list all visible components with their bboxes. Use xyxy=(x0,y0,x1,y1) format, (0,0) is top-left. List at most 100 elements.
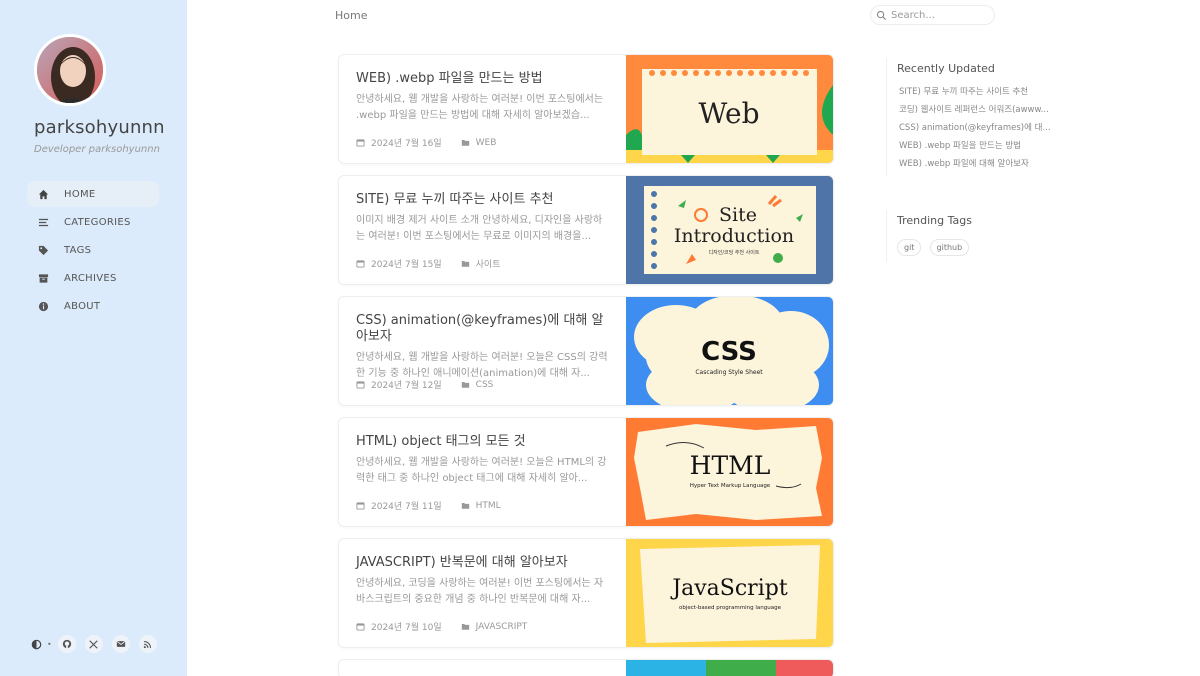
thumb-text: Site xyxy=(719,204,757,226)
post-date: 2024년 7월 16일 xyxy=(371,139,442,149)
post-list: WEB) .webp 파일을 만드는 방법 안녕하세요, 웹 개발을 사랑하는 … xyxy=(338,54,834,676)
breadcrumb: Home xyxy=(335,9,368,22)
post-card[interactable]: JAVASCRIPT) 반복문에 대해 알아보자 안녕하세요, 코딩을 사랑하는… xyxy=(338,538,834,648)
thumb-text-2: Introduction xyxy=(674,225,794,247)
archive-icon xyxy=(37,272,49,284)
post-card[interactable]: WEB) .webp 파일을 만드는 방법 안녕하세요, 웹 개발을 사랑하는 … xyxy=(338,54,834,164)
list-icon xyxy=(37,216,49,228)
post-meta: 2024년 7월 15일 사이트 xyxy=(356,257,501,270)
folder-icon xyxy=(461,259,470,268)
post-body: WEB) .webp 파일을 만드는 방법 안녕하세요, 웹 개발을 사랑하는 … xyxy=(356,71,610,124)
post-category[interactable]: WEB xyxy=(476,138,497,148)
nav-label: CATEGORIES xyxy=(64,216,131,228)
post-title[interactable]: SITE) 무료 누끼 따주는 사이트 추천 xyxy=(356,192,610,208)
search-icon xyxy=(876,10,887,21)
recent-item[interactable]: CSS) animation(@keyframes)에 대... xyxy=(897,119,1062,137)
thumb-text: HTML xyxy=(690,451,771,480)
post-body: CSS) animation(@keyframes)에 대해 알아보자 안녕하세… xyxy=(356,313,610,382)
thumb-subtitle: Cascading Style Sheet xyxy=(695,369,763,376)
x-twitter-icon[interactable] xyxy=(84,635,103,653)
post-card[interactable]: CSS) animation(@keyframes)에 대해 알아보자 안녕하세… xyxy=(338,296,834,406)
rss-icon[interactable] xyxy=(138,635,157,653)
trending-tags-heading: Trending Tags xyxy=(897,214,972,227)
recently-updated-panel: Recently Updated SITE) 무료 누끼 따주는 사이트 추천 … xyxy=(886,58,1086,176)
recent-item[interactable]: 코딩) 웹사이트 레퍼런스 어워즈(awww... xyxy=(897,101,1062,119)
post-category[interactable]: HTML xyxy=(476,501,501,511)
thumb-text: Web xyxy=(699,97,760,130)
post-title[interactable]: CSS) animation(@keyframes)에 대해 알아보자 xyxy=(356,313,610,345)
nav-label: ABOUT xyxy=(64,300,101,312)
tag-github[interactable]: github xyxy=(929,239,970,256)
calendar-icon xyxy=(356,380,365,389)
post-category[interactable]: 사이트 xyxy=(476,257,501,270)
site-subtitle: Developer parksohyunnn xyxy=(34,144,160,155)
post-title[interactable]: JAVASCRIPT) 반복문에 대해 알아보자 xyxy=(356,555,610,571)
nav-label: TAGS xyxy=(64,244,92,256)
trending-tags-panel: Trending Tags git github xyxy=(886,210,1086,262)
post-thumbnail: Site Introduction 디자인/코딩 추천 사이트 xyxy=(626,176,833,284)
nav-item-home[interactable]: HOME xyxy=(27,181,159,207)
folder-icon xyxy=(461,380,470,389)
folder-icon xyxy=(461,501,470,510)
thumb-text: JavaScript xyxy=(670,576,788,601)
nav-item-archives[interactable]: ARCHIVES xyxy=(27,265,159,291)
post-excerpt: 안녕하세요, 코딩을 사랑하는 여러분! 이번 포스팅에서는 자바스크립트의 중… xyxy=(356,578,604,605)
nav-label: HOME xyxy=(64,188,96,200)
nav-item-categories[interactable]: CATEGORIES xyxy=(27,209,159,235)
post-card[interactable] xyxy=(338,659,834,676)
thumb-subtitle: 디자인/코딩 추천 사이트 xyxy=(709,249,760,256)
search-box[interactable] xyxy=(870,5,995,25)
sidebar-bottom: • xyxy=(27,635,166,653)
post-meta: 2024년 7월 12일 CSS xyxy=(356,378,493,391)
calendar-icon xyxy=(356,501,365,510)
sidebar-nav: HOME CATEGORIES TAGS ARCHIVES ABOUT xyxy=(27,181,159,321)
search-input[interactable] xyxy=(891,9,986,21)
folder-icon xyxy=(461,622,470,631)
email-icon[interactable] xyxy=(111,635,130,653)
folder-icon xyxy=(461,138,470,147)
thumb-subtitle: Hyper Text Markup Language xyxy=(690,483,771,489)
separator-dot: • xyxy=(47,639,52,649)
post-card[interactable]: HTML) object 태그의 모든 것 안녕하세요, 웹 개발을 사랑하는 … xyxy=(338,417,834,527)
site-title[interactable]: parksohyunnn xyxy=(34,117,165,138)
calendar-icon xyxy=(356,259,365,268)
post-date: 2024년 7월 12일 xyxy=(371,381,442,391)
sidebar: parksohyunnn Developer parksohyunnn HOME… xyxy=(0,0,187,676)
nav-item-about[interactable]: ABOUT xyxy=(27,293,159,319)
nav-item-tags[interactable]: TAGS xyxy=(27,237,159,263)
post-thumbnail: HTML Hyper Text Markup Language xyxy=(626,418,833,526)
github-icon[interactable] xyxy=(57,635,76,653)
theme-toggle-icon[interactable] xyxy=(27,635,45,653)
post-title[interactable]: HTML) object 태그의 모든 것 xyxy=(356,434,610,450)
post-thumbnail: CSS Cascading Style Sheet xyxy=(626,297,833,405)
post-date: 2024년 7월 15일 xyxy=(371,260,442,270)
post-body: HTML) object 태그의 모든 것 안녕하세요, 웹 개발을 사랑하는 … xyxy=(356,434,610,487)
tag-git[interactable]: git xyxy=(897,239,922,256)
post-excerpt: 안녕하세요, 웹 개발을 사랑하는 여러분! 이번 포스팅에서는 .webp 파… xyxy=(356,94,604,121)
post-thumbnail: JavaScript object-based programming lang… xyxy=(626,539,833,647)
recent-item[interactable]: SITE) 무료 누끼 따주는 사이트 추천 xyxy=(897,83,1062,101)
nav-label: ARCHIVES xyxy=(64,272,117,284)
post-meta: 2024년 7월 11일 HTML xyxy=(356,499,501,512)
post-thumbnail: Web xyxy=(626,55,833,163)
tags-icon xyxy=(37,244,49,256)
recent-item[interactable]: WEB) .webp 파일을 만드는 방법 xyxy=(897,137,1062,155)
home-icon xyxy=(37,188,49,200)
post-category[interactable]: CSS xyxy=(476,380,494,390)
post-meta: 2024년 7월 10일 JAVASCRIPT xyxy=(356,620,527,633)
post-body: SITE) 무료 누끼 따주는 사이트 추천 이미지 배경 제거 사이트 소개 … xyxy=(356,192,610,245)
post-date: 2024년 7월 10일 xyxy=(371,623,442,633)
post-excerpt: 이미지 배경 제거 사이트 소개 안녕하세요, 디자인을 사랑하는 여러분! 이… xyxy=(356,215,603,242)
info-icon xyxy=(37,300,49,312)
post-category[interactable]: JAVASCRIPT xyxy=(476,622,528,632)
post-title[interactable]: WEB) .webp 파일을 만드는 방법 xyxy=(356,71,610,87)
thumb-subtitle: object-based programming language xyxy=(679,605,782,611)
recent-item[interactable]: WEB) .webp 파일에 대해 알아보자 xyxy=(897,155,1062,173)
post-card[interactable]: SITE) 무료 누끼 따주는 사이트 추천 이미지 배경 제거 사이트 소개 … xyxy=(338,175,834,285)
post-thumbnail xyxy=(626,660,833,676)
thumb-text: CSS xyxy=(701,337,757,367)
calendar-icon xyxy=(356,138,365,147)
avatar[interactable] xyxy=(34,34,106,106)
post-excerpt: 안녕하세요, 웹 개발을 사랑하는 여러분! 오늘은 HTML의 강력한 태그 … xyxy=(356,457,607,484)
recently-updated-heading: Recently Updated xyxy=(897,62,995,75)
